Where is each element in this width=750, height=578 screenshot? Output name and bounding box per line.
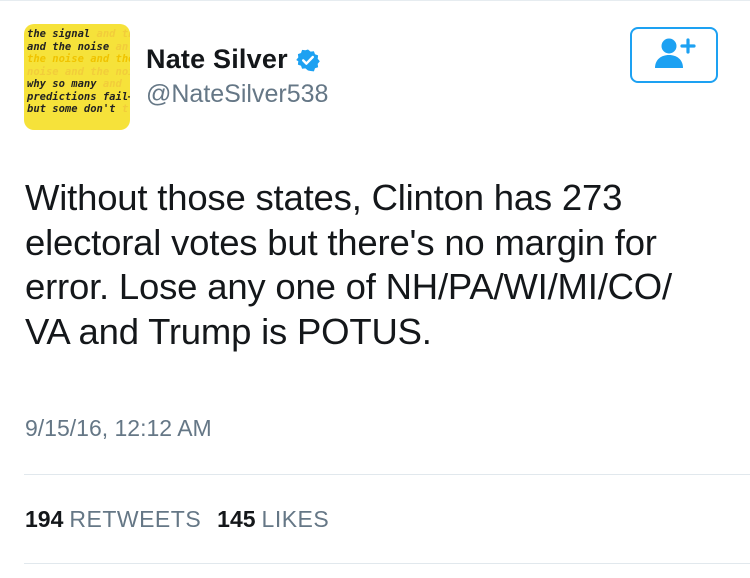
user-handle[interactable]: @NateSilver538 [146,80,328,109]
top-divider [0,0,750,1]
avatar-line: predictions fail– [27,90,130,103]
avatar-line: but some don't t [27,103,129,115]
tweet-stats: 194 RETWEETS 145 LIKES [25,506,345,533]
avatar-line: and the noise an [27,40,129,53]
display-name[interactable]: Nate Silver [146,44,288,75]
tweet-text: Without those states, Clinton has 273 el… [25,176,725,354]
user-name-row: Nate Silver [146,44,320,75]
avatar-line: the signal and th [27,28,130,40]
tweet-text-line: error. Lose any one of NH/PA/WI/MI/CO/ [25,266,672,307]
tweet-text-line: electoral votes but there's no margin fo… [25,221,657,263]
follow-button[interactable] [630,27,718,83]
avatar[interactable]: the signal and th and the noise an the n… [24,24,130,130]
tweet-text-line: Without those states, Clinton has 273 [25,177,623,218]
avatar-line: noise and the noi [27,65,130,78]
tweet-text-line: VA and Trump is POTUS. [25,310,432,352]
likes-count[interactable]: 145 [217,506,255,533]
avatar-line: why so many and [27,78,122,90]
divider [24,474,750,475]
tweet-timestamp[interactable]: 9/15/16, 12:12 AM [25,415,212,442]
avatar-line: the noise and the [27,53,130,65]
retweets-label[interactable]: RETWEETS [69,506,201,533]
retweets-count[interactable]: 194 [25,506,63,533]
verified-badge-icon [295,48,320,72]
likes-label[interactable]: LIKES [262,506,330,533]
add-user-icon [652,36,696,75]
tweet-detail: the signal and th and the noise an the n… [0,0,750,578]
divider [24,563,750,564]
